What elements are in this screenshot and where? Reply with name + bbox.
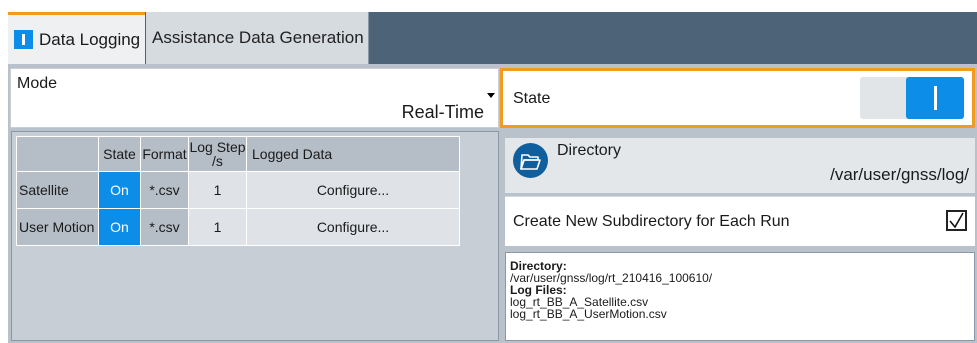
row-state-toggle[interactable]: On <box>98 171 141 209</box>
table-header-row: State Format Log Step /s Logged Data <box>16 136 460 172</box>
tab-data-logging[interactable]: Data Logging <box>8 12 145 64</box>
row-name: User Motion <box>16 208 99 246</box>
folder-open-icon[interactable] <box>513 143 548 178</box>
row-log-step[interactable]: 1 <box>188 208 247 246</box>
caret-down-icon <box>487 93 495 98</box>
state-field[interactable]: State <box>500 68 975 128</box>
header-state: State <box>98 136 141 172</box>
tab-bar: Data Logging Assistance Data Generation <box>0 0 977 64</box>
table-row: User Motion On *.csv 1 Configure... <box>16 208 460 246</box>
configure-button[interactable]: Configure... <box>246 171 460 209</box>
table-row: Satellite On *.csv 1 Configure... <box>16 171 460 209</box>
mode-value: Real-Time <box>401 102 484 122</box>
info-file: log_rt_BB_A_UserMotion.csv <box>510 307 667 321</box>
tab-label: Data Logging <box>39 29 141 49</box>
state-label: State <box>513 90 551 107</box>
directory-label: Directory <box>557 142 622 159</box>
subdirectory-checkbox[interactable] <box>946 210 967 231</box>
configure-button[interactable]: Configure... <box>246 208 460 246</box>
row-state-toggle[interactable]: On <box>98 208 141 246</box>
header-logged-data: Logged Data <box>246 136 460 172</box>
state-toggle[interactable] <box>860 77 964 119</box>
mode-label: Mode <box>17 75 58 92</box>
logging-table: State Format Log Step /s Logged Data Sat… <box>16 136 460 246</box>
table-scrollbar[interactable] <box>484 136 496 336</box>
row-log-step[interactable]: 1 <box>188 171 247 209</box>
tab-assistance-data-generation[interactable]: Assistance Data Generation <box>146 12 369 64</box>
header-name <box>16 136 99 172</box>
row-format: *.csv <box>140 208 189 246</box>
mode-select[interactable]: Mode Real-Time <box>10 68 499 128</box>
subdirectory-row: Create New Subdirectory for Each Run <box>505 196 975 246</box>
subdirectory-label: Create New Subdirectory for Each Run <box>513 213 790 230</box>
directory-value: /var/user/gnss/log/ <box>830 165 969 184</box>
tab-marker-icon <box>14 30 33 49</box>
row-name: Satellite <box>16 171 99 209</box>
directory-field: Directory /var/user/gnss/log/ <box>505 138 975 193</box>
row-format: *.csv <box>140 171 189 209</box>
logging-table-container: State Format Log Step /s Logged Data Sat… <box>11 131 499 341</box>
tab-label: Assistance Data Generation <box>152 28 364 47</box>
header-log-step: Log Step /s <box>188 136 247 172</box>
info-directory-path: /var/user/gnss/log/rt_210416_100610/ <box>510 271 713 285</box>
log-info-box: Directory: /var/user/gnss/log/rt_210416_… <box>505 252 975 341</box>
checkmark-icon <box>949 212 964 229</box>
toggle-on-icon <box>906 77 964 119</box>
header-format: Format <box>140 136 189 172</box>
